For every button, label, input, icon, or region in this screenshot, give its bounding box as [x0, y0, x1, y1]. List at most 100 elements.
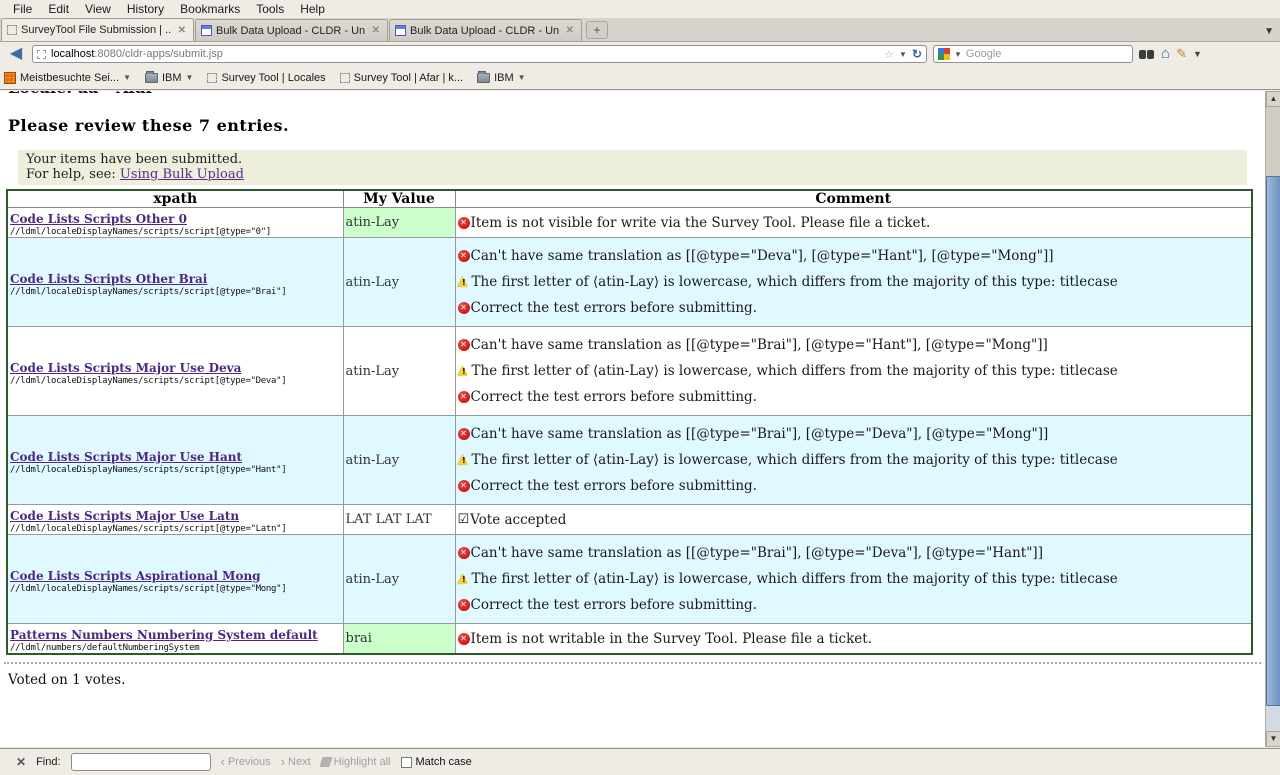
xpath-link[interactable]: Code Lists Scripts Major Use Latn: [10, 509, 239, 523]
home-icon[interactable]: ⌂: [1161, 46, 1170, 62]
table-row: Code Lists Scripts Other Brai//ldml/loca…: [7, 238, 1252, 327]
error-icon: ✕: [458, 391, 470, 403]
warning-icon: ▲!: [458, 365, 471, 378]
table-row: Code Lists Scripts Other 0//ldml/localeD…: [7, 208, 1252, 238]
scroll-down-icon[interactable]: ▼: [1266, 731, 1280, 747]
find-previous-button[interactable]: ‹ Previous: [221, 756, 271, 768]
comment-cell: ✕Can't have same translation as [[@type=…: [455, 416, 1252, 505]
comment-text: The first letter of ⟨atin-Lay⟩ is lowerc…: [472, 363, 1118, 379]
menu-help[interactable]: Help: [293, 1, 332, 17]
find-close-icon[interactable]: ✕: [16, 755, 26, 769]
tab-1[interactable]: SurveyTool File Submission | ...✕: [1, 18, 194, 41]
tab-close-icon[interactable]: ✕: [564, 25, 576, 36]
bookmark-item-5[interactable]: IBM▼: [477, 72, 525, 84]
bookmark-star-icon[interactable]: ☆: [884, 48, 894, 61]
xpath-path: //ldml/localeDisplayNames/scripts/script…: [10, 465, 341, 475]
find-next-button[interactable]: › Next: [281, 756, 311, 768]
list-all-tabs-icon[interactable]: ▼: [1264, 26, 1274, 37]
error-icon: ✕: [458, 339, 470, 351]
tab-3[interactable]: Bulk Data Upload - CLDR - Un...✕: [389, 19, 582, 41]
match-case-checkbox[interactable]: Match case: [401, 756, 472, 768]
comment-text: Can't have same translation as [[@type="…: [471, 248, 1054, 264]
dotted-separator: [4, 662, 1261, 664]
xpath-cell: Code Lists Scripts Other Brai//ldml/loca…: [7, 238, 343, 327]
quill-icon[interactable]: ✎: [1176, 46, 1187, 62]
bookmark-item-2[interactable]: IBM▼: [145, 72, 193, 84]
table-row: Code Lists Scripts Major Use Hant//ldml/…: [7, 416, 1252, 505]
search-engine-dropdown-icon[interactable]: ▼: [954, 50, 962, 59]
scrollbar-thumb[interactable]: [1266, 176, 1280, 706]
find-bar: ✕ Find: ‹ Previous › Next Highlight all …: [0, 748, 1280, 775]
url-dropdown-icon[interactable]: ▼: [899, 50, 907, 59]
xpath-path: //ldml/localeDisplayNames/scripts/script…: [10, 227, 341, 237]
error-icon: ✕: [458, 633, 470, 645]
menu-tools[interactable]: Tools: [249, 1, 291, 17]
menu-edit[interactable]: Edit: [41, 1, 76, 17]
search-placeholder[interactable]: Google: [966, 48, 1128, 60]
highlight-all-button[interactable]: Highlight all: [321, 756, 391, 768]
highlighter-icon: [319, 757, 332, 767]
comment-cell: ✕Item is not writable in the Survey Tool…: [455, 624, 1252, 655]
comment-line: ▲!The first letter of ⟨atin-Lay⟩ is lowe…: [458, 452, 1250, 468]
new-tab-button[interactable]: +: [586, 21, 608, 39]
bookmark-item-3[interactable]: Survey Tool | Locales: [207, 72, 325, 84]
comment-cell: ✕Can't have same translation as [[@type=…: [455, 535, 1252, 624]
comment-text: Correct the test errors before submittin…: [471, 597, 757, 613]
table-row: Code Lists Scripts Major Use Deva//ldml/…: [7, 327, 1252, 416]
menu-bookmarks[interactable]: Bookmarks: [173, 1, 247, 17]
comment-line: ✕Item is not writable in the Survey Tool…: [458, 631, 1250, 647]
binoculars-icon[interactable]: [1139, 49, 1155, 60]
toolbar-overflow-icon[interactable]: ▼: [1193, 49, 1202, 59]
vote-accepted-icon: ☑: [458, 512, 470, 527]
error-icon: ✕: [458, 547, 470, 559]
bookmark-dropdown-icon[interactable]: ▼: [123, 73, 131, 82]
comment-line: ✕Correct the test errors before submitti…: [458, 597, 1250, 613]
bookmark-dropdown-icon[interactable]: ▼: [518, 73, 526, 82]
comment-text: The first letter of ⟨atin-Lay⟩ is lowerc…: [472, 571, 1118, 587]
tab-close-icon[interactable]: ✕: [370, 25, 382, 36]
google-logo-icon[interactable]: [938, 48, 950, 60]
menu-history[interactable]: History: [120, 1, 171, 17]
bookmark-item-4[interactable]: Survey Tool | Afar | k...: [340, 72, 463, 84]
vertical-scrollbar[interactable]: ▲ ▼: [1265, 91, 1280, 747]
using-bulk-upload-link[interactable]: Using Bulk Upload: [120, 167, 244, 182]
comment-text: Can't have same translation as [[@type="…: [471, 426, 1049, 442]
xpath-link[interactable]: Code Lists Scripts Aspirational Mong: [10, 569, 261, 583]
xpath-link[interactable]: Code Lists Scripts Major Use Hant: [10, 450, 242, 464]
bookmark-item-1[interactable]: Meistbesuchte Sei...▼: [4, 72, 131, 84]
warning-icon: ▲!: [458, 276, 471, 289]
url-text[interactable]: localhost:8080/cldr-apps/submit.jsp: [51, 48, 879, 60]
url-bar[interactable]: localhost:8080/cldr-apps/submit.jsp ☆ ▼ …: [32, 45, 927, 63]
scrollbar-track[interactable]: [1266, 107, 1280, 176]
comment-text: The first letter of ⟨atin-Lay⟩ is lowerc…: [472, 274, 1118, 290]
comment-line: ✕Can't have same translation as [[@type=…: [458, 426, 1250, 442]
error-icon: ✕: [458, 428, 470, 440]
tab-2[interactable]: Bulk Data Upload - CLDR - Un...✕: [195, 19, 388, 41]
xpath-link[interactable]: Patterns Numbers Numbering System defaul…: [10, 628, 318, 642]
tab-bar: SurveyTool File Submission | ...✕Bulk Da…: [0, 18, 1280, 42]
xpath-link[interactable]: Code Lists Scripts Major Use Deva: [10, 361, 241, 375]
xpath-link[interactable]: Code Lists Scripts Other Brai: [10, 272, 207, 286]
scroll-up-icon[interactable]: ▲: [1266, 91, 1280, 107]
bookmark-label: Survey Tool | Locales: [221, 72, 325, 84]
error-icon: ✕: [458, 302, 470, 314]
my-value-cell: atin-Lay: [343, 208, 455, 238]
comment-text: Item is not visible for write via the Su…: [471, 215, 931, 231]
menu-file[interactable]: File: [6, 1, 39, 17]
menu-view[interactable]: View: [78, 1, 118, 17]
search-bar[interactable]: ▼ Google: [933, 45, 1133, 63]
table-row: Code Lists Scripts Major Use Latn//ldml/…: [7, 505, 1252, 535]
reload-icon[interactable]: ↻: [912, 47, 922, 61]
my-value-cell: LAT LAT LAT: [343, 505, 455, 535]
tab-close-icon[interactable]: ✕: [176, 25, 188, 36]
xpath-path: //ldml/numbers/defaultNumberingSystem: [10, 643, 341, 653]
bookmark-dropdown-icon[interactable]: ▼: [186, 73, 194, 82]
find-input[interactable]: [71, 753, 211, 771]
clipped-heading: Locale: aa - Afar: [0, 91, 1265, 97]
browser-window: FileEditViewHistoryBookmarksToolsHelp Su…: [0, 0, 1280, 775]
placeholder-favicon-icon: [7, 25, 17, 35]
xpath-link[interactable]: Code Lists Scripts Other 0: [10, 212, 187, 226]
comment-text: Can't have same translation as [[@type="…: [471, 337, 1048, 353]
comment-cell: ✕Item is not visible for write via the S…: [455, 208, 1252, 238]
back-button[interactable]: ◀: [6, 45, 26, 63]
